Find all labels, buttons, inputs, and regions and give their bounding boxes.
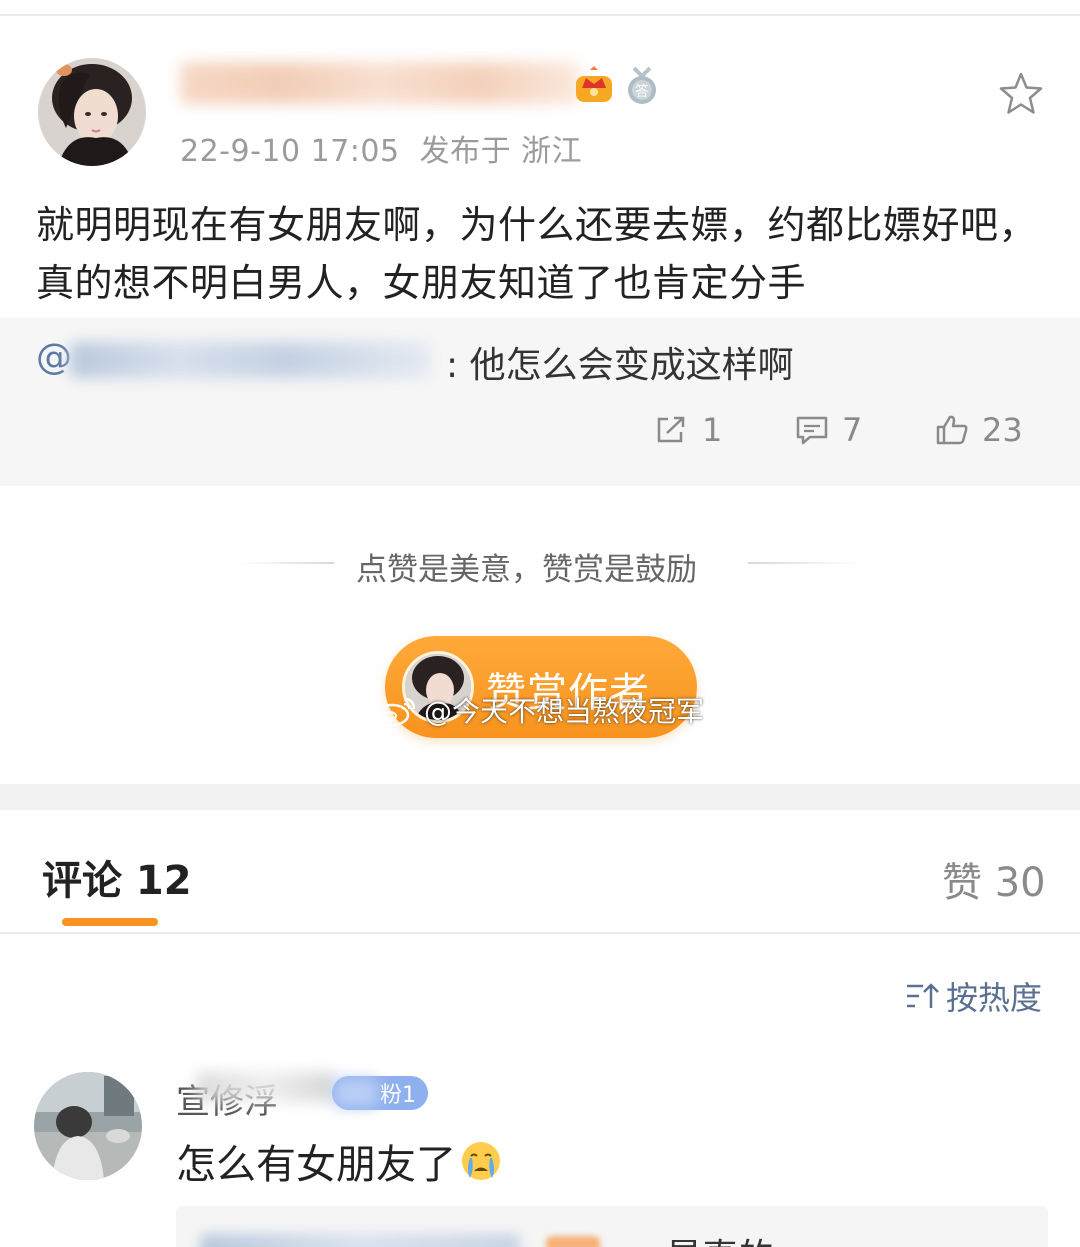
top-divider	[0, 14, 1080, 16]
post-body-text: 就明明现在有女朋友啊，为什么还要去嫖，约都比嫖好吧，真的想不明白男人，女朋友知道…	[36, 203, 1038, 305]
share-count: 1	[702, 411, 723, 449]
comment-text-content: 怎么有女朋友了	[176, 1142, 456, 1188]
comment-text: 怎么有女朋友了	[176, 1132, 502, 1190]
post-meta: 22-9-10 17:05 发布于 浙江	[180, 126, 602, 170]
weibo-logo-icon	[374, 697, 416, 727]
reply-username-blurred	[200, 1234, 520, 1247]
sort-label: 按热度	[946, 979, 1043, 1017]
star-outline-icon[interactable]	[996, 70, 1046, 118]
fan-badge-blurred	[334, 1078, 378, 1108]
reply-author-badge	[546, 1236, 600, 1247]
quote-username-blurred[interactable]	[70, 342, 430, 378]
comment-button[interactable]: 7	[794, 408, 862, 452]
quote-text: : 他怎么会变成这样啊	[446, 345, 794, 386]
post-location: 发布于 浙江	[419, 134, 583, 169]
commenter-avatar[interactable]	[34, 1072, 142, 1180]
quote-mention-at[interactable]: @	[36, 337, 72, 378]
reward-hint-text: 点赞是美意，赞赏是鼓励	[356, 552, 697, 588]
comment-icon	[796, 416, 828, 445]
section-gap	[0, 784, 1080, 810]
svg-text:答: 答	[635, 83, 649, 100]
comments-header-divider	[0, 932, 1080, 934]
reply-preview-box[interactable]: 是真的	[176, 1206, 1048, 1247]
share-button[interactable]: 1	[654, 408, 722, 452]
like-count: 23	[982, 411, 1023, 449]
tab-active-indicator	[62, 918, 158, 926]
thumbs-up-icon	[936, 415, 968, 445]
crown-vip-icon[interactable]	[574, 66, 614, 104]
share-icon	[657, 416, 685, 443]
sort-icon	[907, 983, 939, 1008]
author-name-blurred[interactable]	[180, 62, 580, 104]
watermark-text: @今天不想当熬夜冠军	[424, 695, 705, 728]
weibo-watermark: @今天不想当熬夜冠军	[374, 690, 704, 730]
comment-count: 7	[842, 411, 863, 449]
answer-medal-icon[interactable]: 答	[622, 66, 662, 106]
author-avatar[interactable]	[38, 58, 146, 166]
reward-divider-right	[748, 562, 862, 564]
sort-by-hot-button[interactable]: 按热度	[904, 974, 1042, 1018]
reward-divider-left	[240, 562, 334, 564]
reply-snippet-text: 是真的	[666, 1228, 774, 1247]
tab-likes[interactable]: 赞 30	[942, 850, 1046, 908]
commenter-name-blurred	[196, 1072, 336, 1102]
post-timestamp: 22-9-10 17:05	[180, 134, 400, 169]
like-button[interactable]: 23	[934, 408, 1023, 452]
crying-face-icon	[462, 1142, 500, 1180]
tab-comments[interactable]: 评论 12	[42, 848, 192, 906]
